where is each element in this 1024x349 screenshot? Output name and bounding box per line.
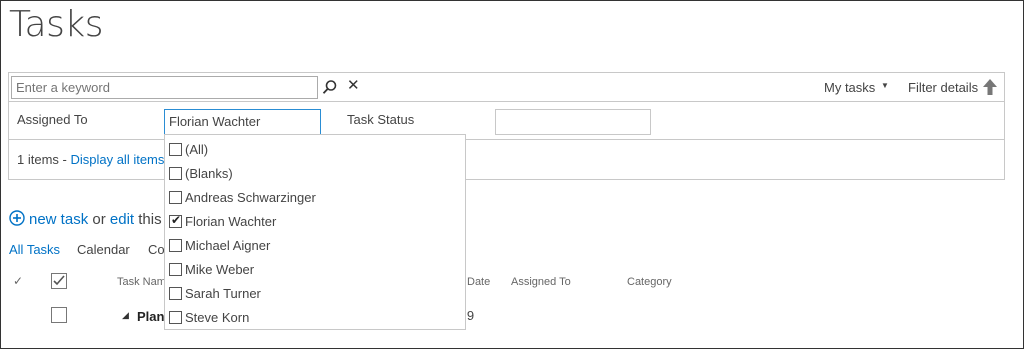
checkmark-icon: ✔ bbox=[171, 212, 182, 227]
filter-fields-row: Assigned To Florian Wachter Task Status bbox=[9, 102, 1004, 140]
or-text: or bbox=[88, 211, 110, 228]
new-task-row: new task or edit this l bbox=[9, 210, 169, 228]
page-title: Tasks bbox=[9, 4, 103, 45]
option-label: (All) bbox=[185, 141, 209, 157]
option-label: (Blanks) bbox=[185, 165, 233, 181]
tab-completed[interactable]: Co bbox=[148, 242, 165, 257]
display-all-items-link[interactable]: Display all items bbox=[70, 152, 164, 167]
dropdown-option[interactable]: (All) bbox=[169, 139, 208, 159]
dropdown-option[interactable]: ✔ Florian Wachter bbox=[169, 211, 276, 231]
my-tasks-menu[interactable]: My tasks bbox=[824, 80, 875, 95]
option-checkbox[interactable] bbox=[169, 166, 182, 180]
column-due-date[interactable]: Date bbox=[467, 276, 490, 288]
items-count: 1 items - Display all items bbox=[17, 152, 164, 167]
search-icon[interactable] bbox=[322, 79, 338, 95]
filter-details-link[interactable]: Filter details bbox=[908, 80, 978, 95]
dropdown-option[interactable]: Sarah Turner bbox=[169, 283, 261, 303]
option-checkbox[interactable] bbox=[169, 286, 182, 300]
option-label: Michael Aigner bbox=[185, 237, 271, 253]
option-label: Andreas Schwarzinger bbox=[185, 189, 316, 205]
dropdown-option[interactable]: Steve Korn bbox=[169, 307, 249, 327]
column-category[interactable]: Category bbox=[627, 276, 672, 288]
option-checkbox[interactable] bbox=[169, 310, 182, 324]
tab-calendar[interactable]: Calendar bbox=[77, 242, 130, 257]
caret-down-icon[interactable]: ▼ bbox=[881, 81, 889, 90]
edit-link[interactable]: edit bbox=[110, 211, 134, 228]
assigned-to-filter-input[interactable]: Florian Wachter bbox=[164, 109, 321, 135]
option-checkbox[interactable] bbox=[169, 142, 182, 156]
option-checkbox[interactable] bbox=[169, 190, 182, 204]
arrow-up-icon[interactable] bbox=[982, 78, 998, 96]
select-all-checkbox[interactable] bbox=[51, 273, 67, 289]
dropdown-option[interactable]: Mike Weber bbox=[169, 259, 254, 279]
option-label: Florian Wachter bbox=[185, 213, 277, 229]
task-status-filter-input[interactable] bbox=[495, 109, 651, 135]
search-row: ✕ My tasks ▼ Filter details bbox=[9, 73, 1004, 102]
items-count-text: 1 items - bbox=[17, 152, 71, 167]
dropdown-option[interactable]: Andreas Schwarzinger bbox=[169, 187, 316, 207]
checkmark-icon bbox=[53, 275, 65, 286]
column-assigned-to[interactable]: Assigned To bbox=[511, 276, 571, 288]
option-checkbox[interactable] bbox=[169, 238, 182, 252]
row-checkbox[interactable] bbox=[51, 307, 67, 323]
task-status-label: Task Status bbox=[347, 112, 415, 127]
search-input[interactable] bbox=[11, 76, 318, 99]
expand-triangle-icon[interactable]: ◢ bbox=[122, 310, 129, 321]
new-task-link[interactable]: new task bbox=[29, 211, 88, 228]
dropdown-option[interactable]: (Blanks) bbox=[169, 163, 233, 183]
close-icon[interactable]: ✕ bbox=[347, 78, 360, 94]
tab-all-tasks[interactable]: All Tasks bbox=[9, 242, 60, 257]
option-label: Sarah Turner bbox=[185, 285, 261, 301]
add-circle-icon[interactable] bbox=[9, 210, 25, 226]
check-column-icon: ✓ bbox=[13, 274, 24, 288]
dropdown-option[interactable]: Michael Aigner bbox=[169, 235, 270, 255]
assigned-to-dropdown: (All) (Blanks) Andreas Schwarzinger ✔ Floria… bbox=[164, 134, 466, 330]
option-label: Mike Weber bbox=[185, 261, 255, 277]
option-checkbox[interactable] bbox=[169, 262, 182, 276]
column-task-name[interactable]: Task Nam bbox=[117, 276, 166, 288]
task-row-title[interactable]: Plan bbox=[137, 309, 164, 324]
option-checkbox[interactable]: ✔ bbox=[169, 212, 182, 228]
assigned-to-label: Assigned To bbox=[17, 112, 88, 127]
filter-panel: ✕ My tasks ▼ Filter details Assigned To … bbox=[8, 72, 1005, 180]
option-label: Steve Korn bbox=[185, 309, 250, 325]
